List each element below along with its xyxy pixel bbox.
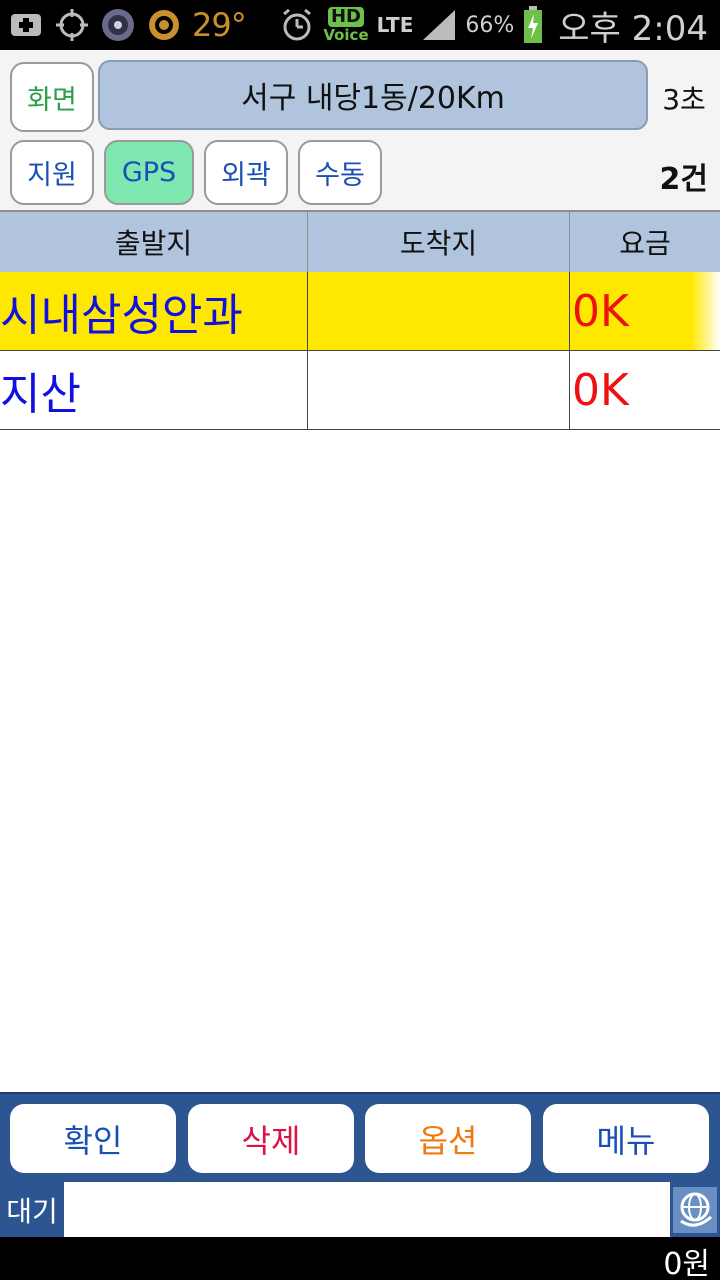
action-bar: 확인 삭제 옵션 메뉴 — [0, 1092, 720, 1182]
table-row[interactable]: 시내삼성안과 0K — [0, 272, 720, 351]
footer-bar: 0원 — [0, 1237, 720, 1280]
filter-outer-button[interactable]: 외곽 — [204, 140, 288, 205]
confirm-button[interactable]: 확인 — [10, 1104, 176, 1173]
total-amount: 0원 — [663, 1247, 710, 1280]
filter-support-button[interactable]: 지원 — [10, 140, 94, 205]
hd-label: HD — [327, 7, 364, 27]
globe-button[interactable] — [670, 1182, 720, 1237]
status-line: 대기 — [0, 1182, 720, 1237]
delete-button[interactable]: 삭제 — [188, 1104, 354, 1173]
fare-cell: 0K — [572, 285, 629, 337]
network-type: LTE — [376, 13, 414, 37]
menu-button[interactable]: 메뉴 — [543, 1104, 709, 1173]
wait-status-label: 대기 — [0, 1182, 64, 1237]
column-fare[interactable]: 요금 — [570, 212, 720, 272]
message-area — [64, 1182, 670, 1237]
add-icon — [8, 7, 44, 43]
alarm-icon — [279, 7, 315, 43]
cm-icon — [100, 7, 136, 43]
weather-icon — [146, 7, 182, 43]
column-origin[interactable]: 출발지 — [0, 212, 308, 272]
fare-cell: 0K — [572, 364, 629, 416]
filter-manual-button[interactable]: 수동 — [298, 140, 382, 205]
destination-cell — [308, 272, 570, 350]
control-panel: 화면 서구 내당1동/20Km 3초 지원 GPS 외곽 수동 2건 — [0, 50, 720, 210]
battery-percent: 66% — [465, 12, 515, 38]
call-count: 2건 — [659, 162, 708, 197]
options-button[interactable]: 옵션 — [365, 1104, 531, 1173]
status-bar: 29° HD Voice LTE 66% 오후 2:04 — [0, 0, 720, 50]
origin-cell: 시내삼성안과 — [0, 272, 308, 350]
origin-cell: 지산 — [0, 351, 308, 429]
region-selector[interactable]: 서구 내당1동/20Km — [98, 60, 648, 130]
filter-gps-button[interactable]: GPS — [104, 140, 194, 205]
globe-icon — [673, 1186, 717, 1233]
destination-cell — [308, 351, 570, 429]
column-destination[interactable]: 도착지 — [308, 212, 570, 272]
voice-label: Voice — [323, 26, 369, 44]
refresh-interval[interactable]: 3초 — [652, 78, 716, 118]
table-row[interactable]: 지산 0K — [0, 351, 720, 430]
signal-icon — [421, 7, 457, 43]
gps-target-icon — [54, 7, 90, 43]
temperature: 29° — [192, 6, 247, 44]
table-header: 출발지 도착지 요금 — [0, 210, 720, 272]
hd-voice-indicator: HD Voice — [323, 7, 369, 44]
battery-icon — [522, 6, 544, 43]
screen-button[interactable]: 화면 — [10, 62, 94, 132]
clock: 오후 2:04 — [558, 8, 708, 49]
call-list-table: 출발지 도착지 요금 시내삼성안과 0K 지산 0K — [0, 210, 720, 430]
